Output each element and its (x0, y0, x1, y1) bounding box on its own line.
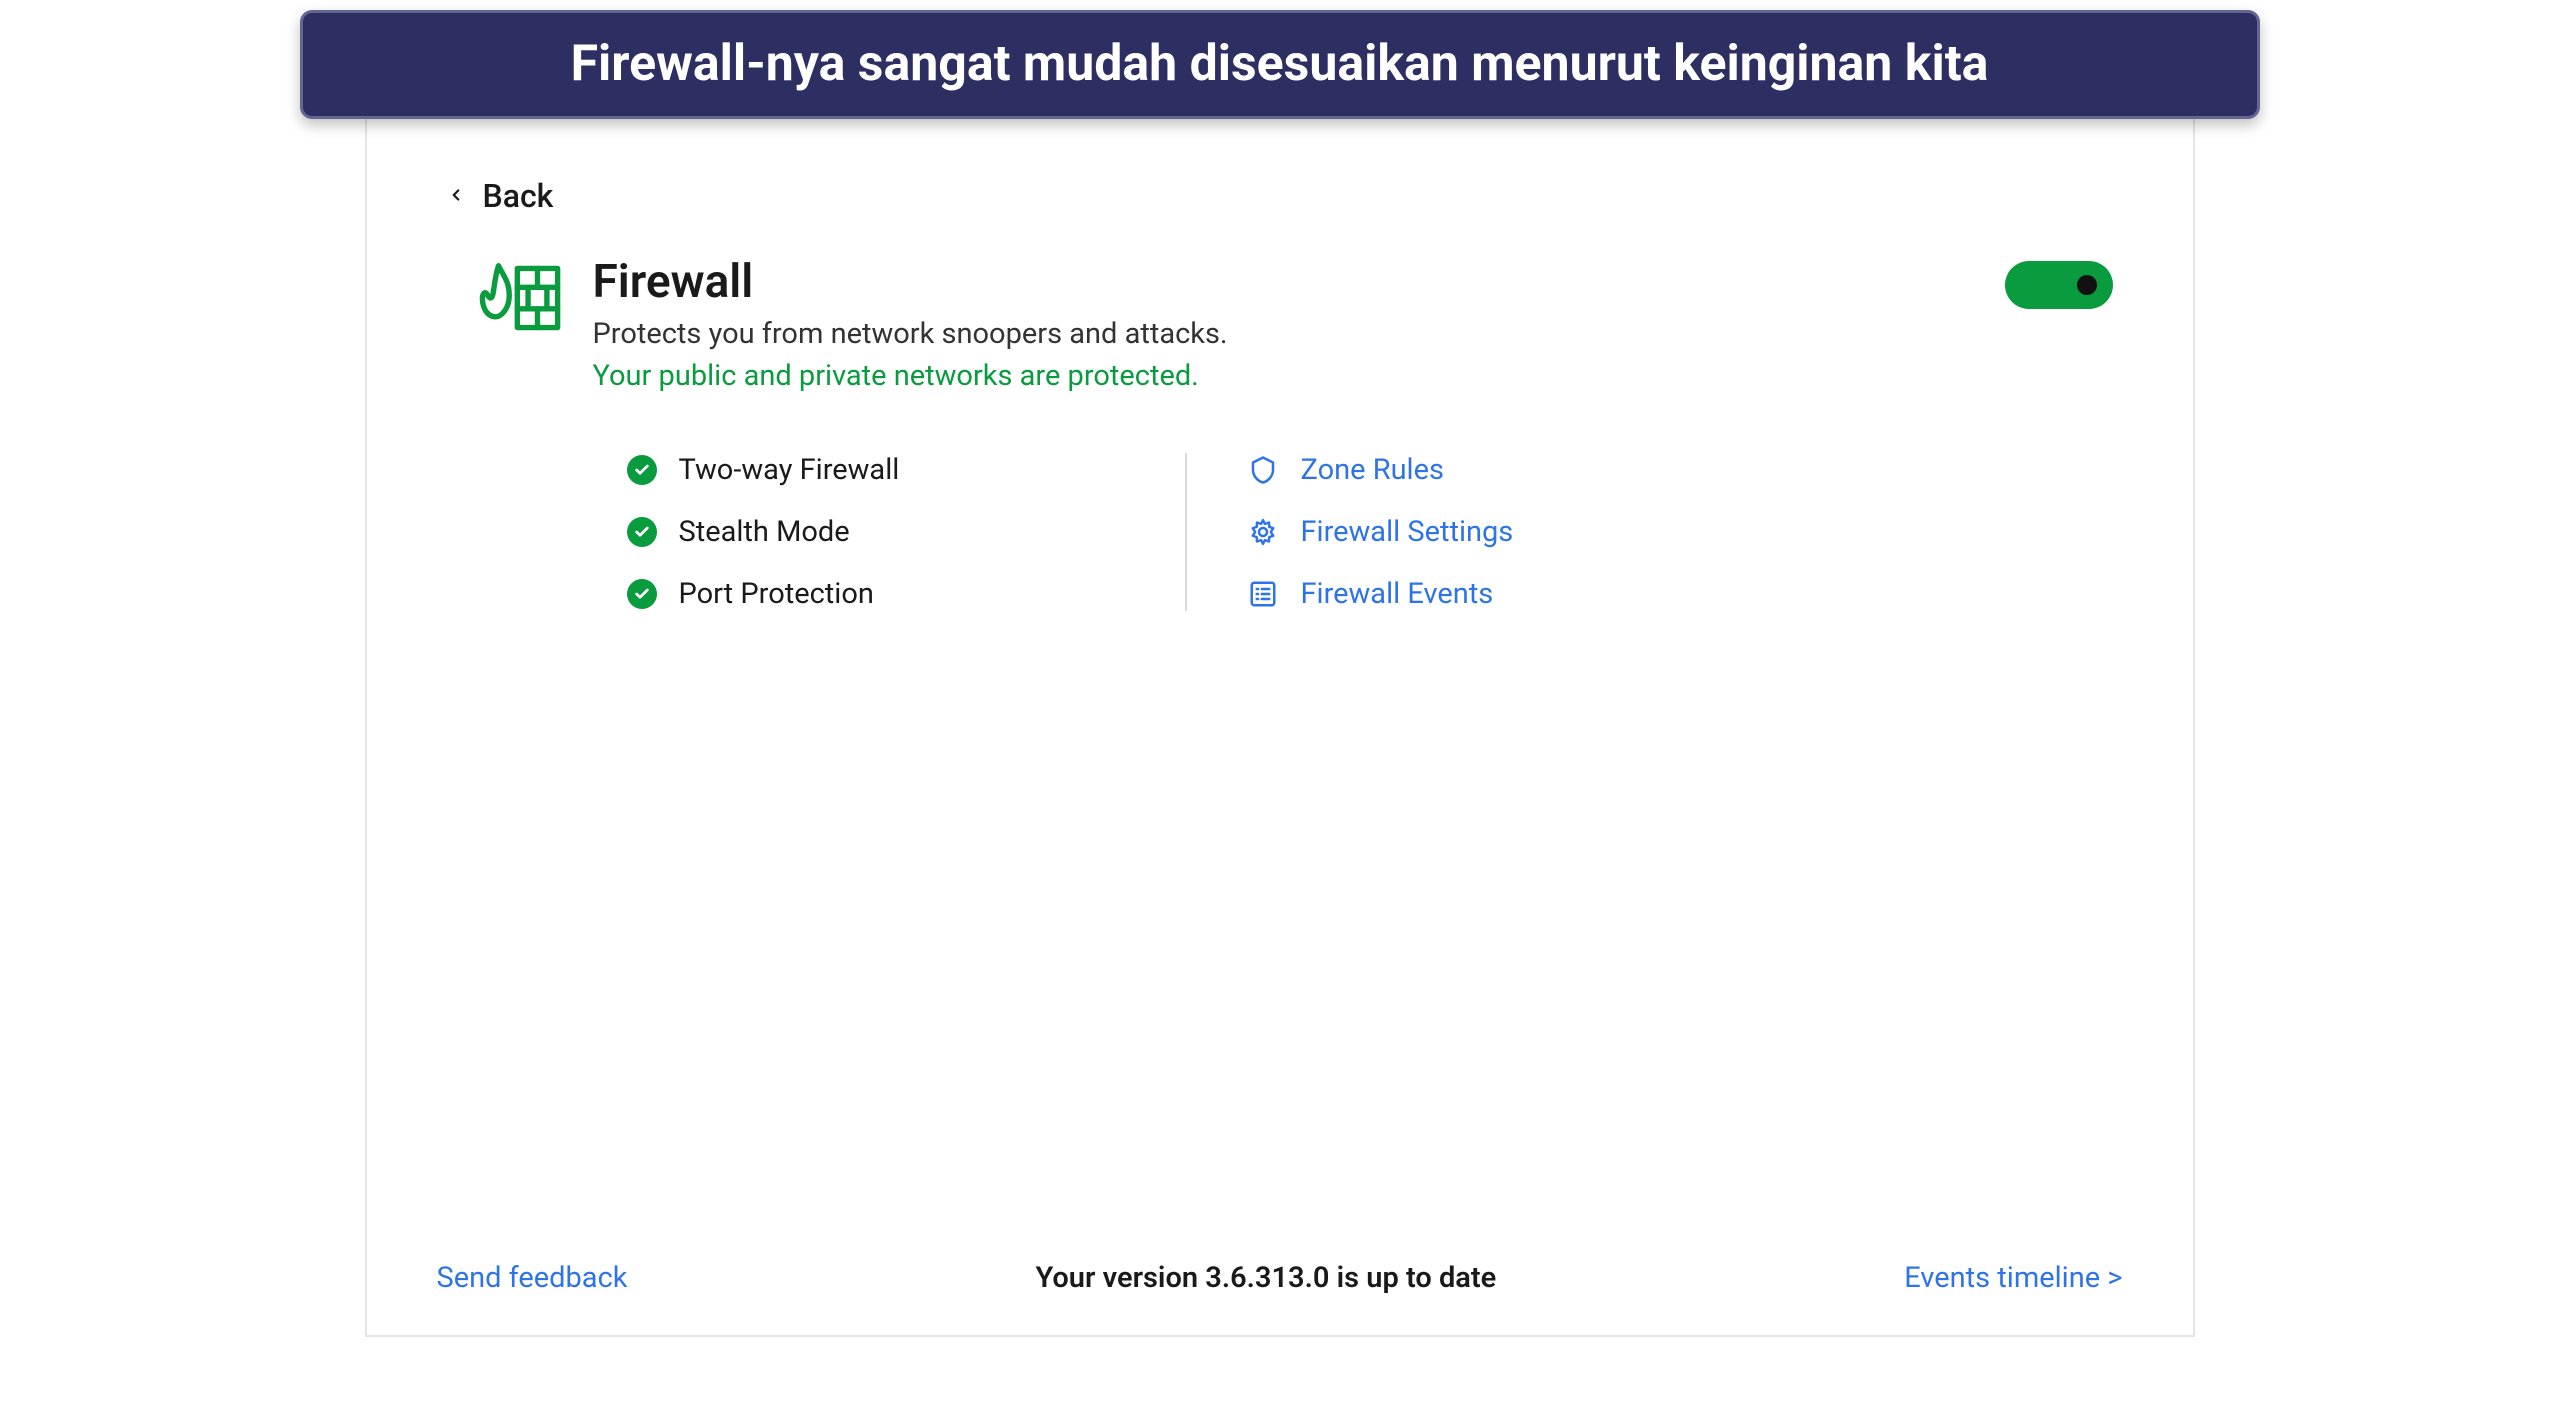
list-icon (1247, 578, 1279, 610)
back-label: Back (483, 177, 554, 215)
caption-banner: Firewall-nya sangat mudah disesuaikan me… (300, 10, 2260, 119)
header-row: Firewall Protects you from network snoop… (437, 255, 2123, 393)
firewall-toggle[interactable] (2005, 261, 2113, 309)
content-columns: Two-way Firewall Stealth Mode Port Prote… (627, 453, 2123, 611)
gear-icon (1247, 516, 1279, 548)
caption-text: Firewall-nya sangat mudah disesuaikan me… (343, 33, 2217, 96)
page-description: Protects you from network snoopers and a… (593, 317, 1228, 351)
events-timeline-label: Events timeline > (1904, 1261, 2122, 1295)
features-column: Two-way Firewall Stealth Mode Port Prote… (627, 453, 1187, 611)
page-status: Your public and private networks are pro… (593, 359, 1228, 393)
toggle-knob (2077, 275, 2097, 295)
events-timeline-link[interactable]: Events timeline > (1904, 1261, 2122, 1295)
feature-label: Port Protection (679, 577, 874, 611)
check-icon (627, 579, 657, 609)
link-firewall-settings[interactable]: Firewall Settings (1247, 515, 1514, 549)
version-status: Your version 3.6.313.0 is up to date (1035, 1261, 1496, 1295)
footer: Send feedback Your version 3.6.313.0 is … (437, 1221, 2123, 1295)
link-label: Firewall Events (1301, 577, 1494, 611)
feature-stealth: Stealth Mode (627, 515, 1145, 549)
app-window: Back Firewall (365, 117, 2195, 1337)
link-label: Firewall Settings (1301, 515, 1514, 549)
link-zone-rules[interactable]: Zone Rules (1247, 453, 1514, 487)
page-title: Firewall (593, 255, 1228, 309)
firewall-icon (477, 255, 563, 345)
feature-label: Stealth Mode (679, 515, 850, 549)
check-icon (627, 517, 657, 547)
links-column: Zone Rules Firewall Settings (1187, 453, 1514, 611)
link-label: Zone Rules (1301, 453, 1444, 487)
check-icon (627, 455, 657, 485)
feature-label: Two-way Firewall (679, 453, 900, 487)
send-feedback-link[interactable]: Send feedback (437, 1261, 628, 1295)
chevron-left-icon (447, 182, 465, 210)
title-block: Firewall Protects you from network snoop… (593, 255, 1228, 393)
feature-two-way: Two-way Firewall (627, 453, 1145, 487)
shield-icon (1247, 454, 1279, 486)
header-left: Firewall Protects you from network snoop… (477, 255, 1228, 393)
back-button[interactable]: Back (447, 177, 2123, 215)
link-firewall-events[interactable]: Firewall Events (1247, 577, 1514, 611)
feature-port: Port Protection (627, 577, 1145, 611)
